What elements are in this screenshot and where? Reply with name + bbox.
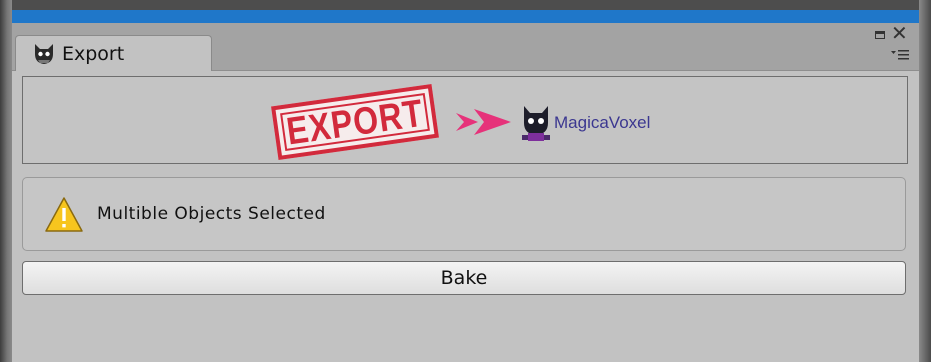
window-top-edge xyxy=(12,0,919,10)
export-stamp-logo: EXPORT xyxy=(271,83,439,161)
stamp-text: EXPORT xyxy=(283,90,427,153)
tab-title: Export xyxy=(62,42,125,65)
tab-export[interactable]: Export xyxy=(15,35,212,71)
window-bezel-left xyxy=(0,0,12,362)
magicavoxel-icon xyxy=(522,106,550,141)
arrow-right-icon xyxy=(456,109,511,135)
export-header-panel: EXPORT MagicaVoxel xyxy=(22,76,908,164)
menu-icon[interactable] xyxy=(891,47,909,61)
window-content: EXPORT MagicaVoxel Multible Objects Sele… xyxy=(12,71,919,362)
magicavoxel-label: MagicaVoxel xyxy=(554,113,651,132)
window-bezel-right xyxy=(919,0,931,362)
export-window: Export ✕ EXPORT MagicaVoxel Multible Obj… xyxy=(12,0,919,362)
accent-bar xyxy=(12,10,919,23)
bake-button[interactable]: Bake xyxy=(22,261,906,295)
warning-icon xyxy=(45,197,83,232)
warning-message: Multible Objects Selected xyxy=(97,204,326,224)
cat-icon xyxy=(35,43,53,64)
maximize-icon[interactable] xyxy=(875,31,885,39)
window-controls: ✕ xyxy=(873,23,913,67)
warning-helpbox: Multible Objects Selected xyxy=(22,177,906,251)
tab-strip: Export ✕ xyxy=(12,23,919,71)
close-icon[interactable]: ✕ xyxy=(891,23,908,43)
